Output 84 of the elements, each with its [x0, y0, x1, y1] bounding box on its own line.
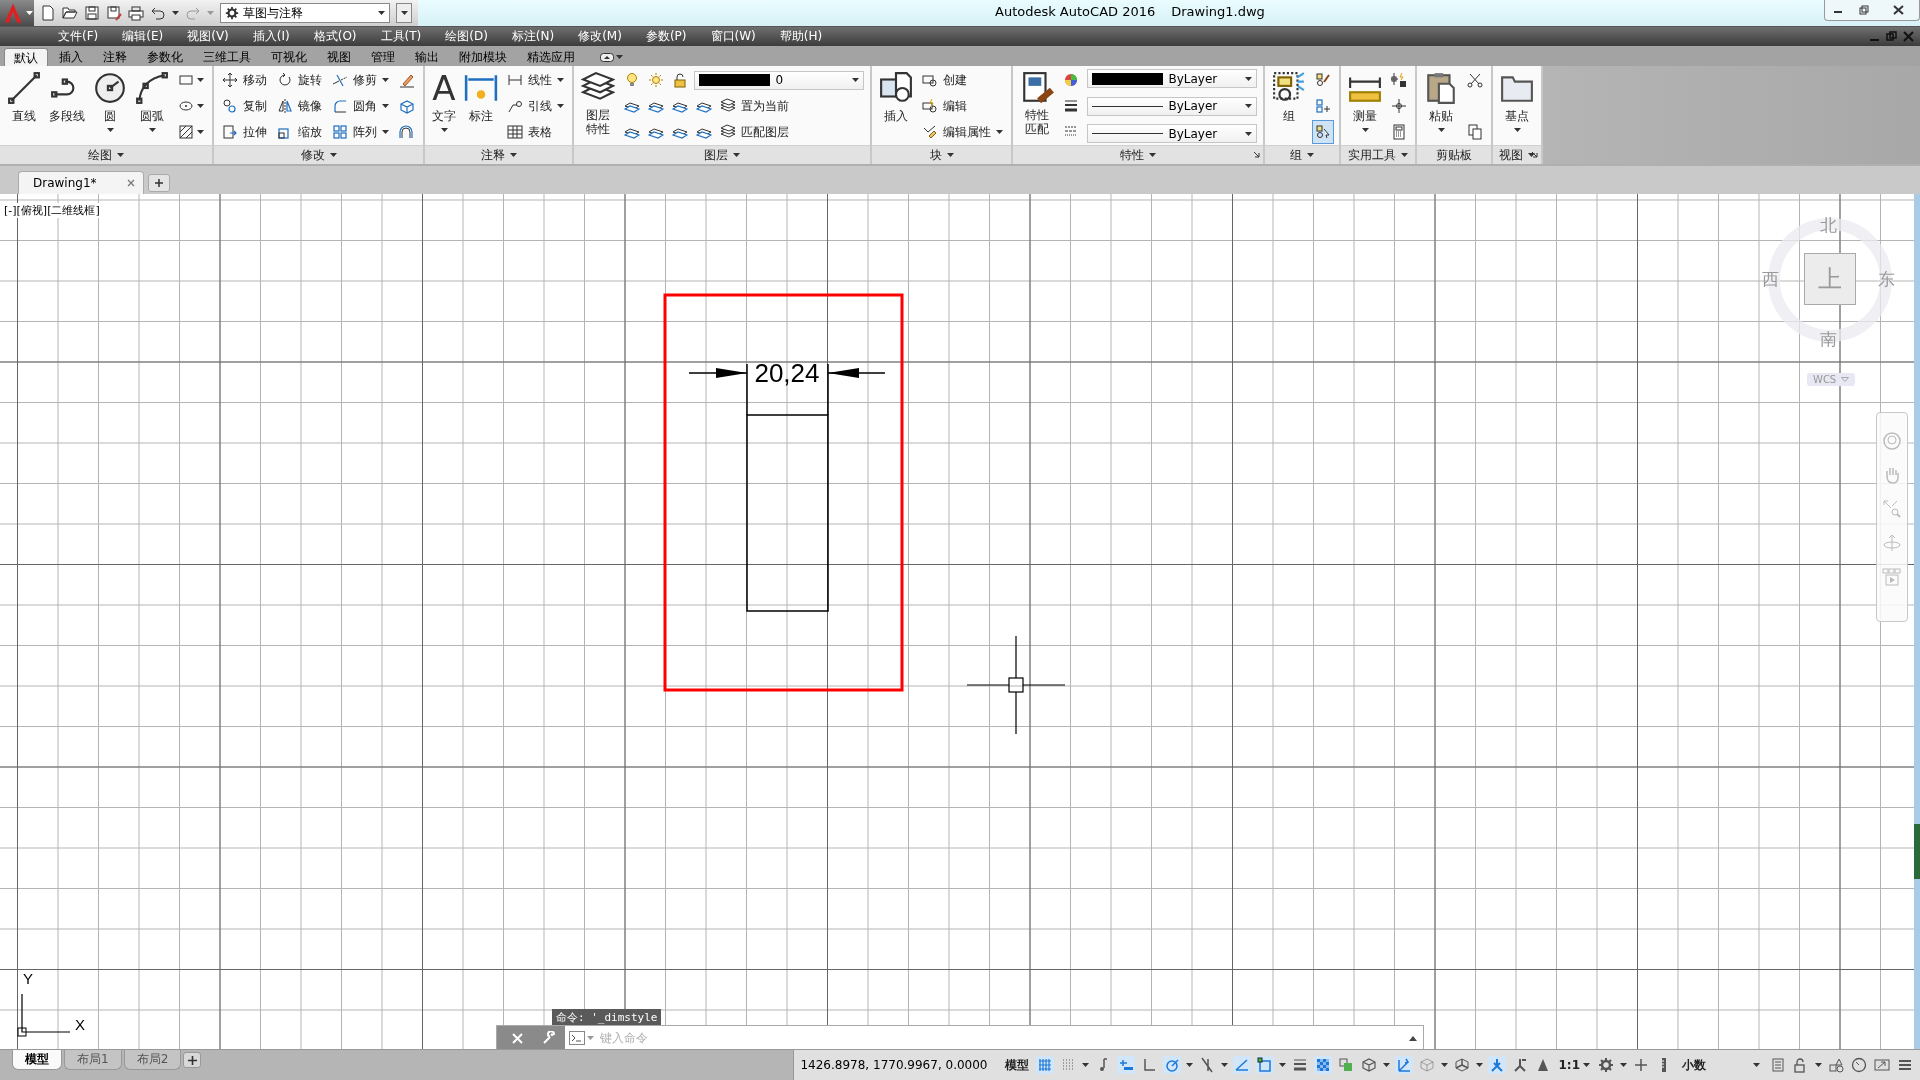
ribbon-tab[interactable]: 视图 — [318, 48, 360, 66]
ribbon-tab[interactable]: 输出 — [406, 48, 448, 66]
ribbon-tool-button[interactable]: 创建 — [920, 69, 1005, 91]
menu-item[interactable]: 编辑(E) — [110, 28, 176, 45]
ribbon-tab[interactable]: 附加模块 — [450, 48, 516, 66]
ribbon-tool-button[interactable]: 特性匹配 — [1019, 69, 1055, 143]
ribbon-tool-button[interactable]: 引线 — [505, 95, 566, 117]
ribbon-tool-button[interactable]: 复制 — [220, 95, 269, 117]
ribbon-tool-button[interactable]: 匹配图层 — [718, 121, 791, 143]
status-bar-button[interactable]: 1:1 — [1556, 1058, 1592, 1072]
dropdown-field[interactable]: ByLayer — [1087, 96, 1257, 116]
ribbon-tool-button[interactable]: 表格 — [505, 121, 566, 143]
menu-item[interactable]: 帮助(H) — [767, 28, 835, 45]
panel-title-bar[interactable]: 绘图 — [0, 145, 212, 164]
ribbon-tool-button[interactable]: 标注 — [463, 69, 499, 143]
layout-tab[interactable]: 布局1 — [64, 1050, 122, 1070]
ribbon-tool-button[interactable]: 线性 — [505, 69, 566, 91]
ribbon-tool-button[interactable]: 插入 — [878, 69, 914, 143]
menu-item[interactable]: 插入(I) — [240, 28, 302, 45]
ribbon-tool-button[interactable]: 拉伸 — [220, 121, 269, 143]
ribbon-tool-button[interactable]: 编辑 — [920, 95, 1005, 117]
dropdown-field[interactable]: 0 — [694, 70, 864, 90]
ribbon-tool-button[interactable]: 圆弧 — [134, 69, 170, 143]
ribbon-tool-button[interactable]: 测量 — [1347, 69, 1383, 143]
command-input-field[interactable]: 键入命令 — [598, 1026, 1403, 1049]
ribbon-tab[interactable]: 注释 — [94, 48, 136, 66]
dropdown-field[interactable]: ByLayer — [1087, 69, 1257, 88]
ribbon-tool-button[interactable]: A 文字 — [431, 69, 457, 143]
layout-tab[interactable]: 布局2 — [123, 1050, 182, 1070]
coordinates-readout: 1426.8978, 1770.9967, 0.0000 — [800, 1058, 989, 1072]
panel-title-bar[interactable]: 视图 — [1493, 145, 1541, 164]
ribbon-tab[interactable]: 可视化 — [262, 48, 316, 66]
window-title: Autodesk AutoCAD 2016 — [995, 4, 1156, 19]
menu-item[interactable]: 格式(O) — [301, 28, 369, 45]
ribbon-tab[interactable]: 默认 — [4, 48, 48, 66]
ribbon-tool-button[interactable]: 缩放 — [275, 121, 324, 143]
ribbon-tab[interactable]: 精选应用 — [518, 48, 584, 66]
status-bar-button[interactable]: 模型 — [1002, 1056, 1031, 1074]
ribbon-tool-button[interactable]: 镜像 — [275, 95, 324, 117]
menu-item[interactable]: 视图(V) — [175, 28, 241, 45]
workspace-dropdown[interactable]: 草图与注释 — [220, 3, 390, 23]
ribbon-tool-button[interactable]: 基点 — [1499, 69, 1535, 143]
text-tool-glyph: A — [432, 71, 456, 105]
document-tab[interactable]: Drawing1* — [18, 171, 144, 194]
ribbon-tool-button[interactable]: 移动 — [220, 69, 269, 91]
document-title: Drawing1.dwg — [1171, 4, 1265, 19]
ribbon-tab[interactable]: 参数化 — [138, 48, 192, 66]
menu-item[interactable]: 标注(N) — [499, 28, 567, 45]
panel-title-bar[interactable]: 修改 — [214, 145, 423, 164]
menu-item[interactable]: 窗口(W) — [698, 28, 768, 45]
ribbon-tool-button[interactable]: 旋转 — [275, 69, 324, 91]
ribbon-tool-button[interactable]: 圆角 — [330, 95, 391, 117]
dropdown-field[interactable]: ByLayer — [1087, 124, 1257, 143]
layout-tab[interactable]: 模型 — [12, 1050, 62, 1070]
x-axis-label: X — [75, 1016, 85, 1033]
units-dropdown[interactable]: 小数 — [1678, 1056, 1764, 1074]
panel-title-bar[interactable]: 剪贴板 — [1417, 145, 1491, 164]
menu-item[interactable]: 修改(M) — [566, 28, 634, 45]
panel-title-bar[interactable]: 实用工具 — [1341, 145, 1415, 164]
viewport-controls-label[interactable]: [-][俯视][二维线框] — [4, 203, 100, 218]
menu-item[interactable]: 工具(T) — [368, 28, 434, 45]
panel-title-bar[interactable]: 块 — [872, 145, 1011, 164]
ribbon-tool-button[interactable]: 组 — [1271, 69, 1307, 143]
ribbon-tool-button[interactable]: 多段线 — [48, 69, 86, 143]
ribbon-tab[interactable]: 插入 — [50, 48, 92, 66]
menu-item[interactable]: 文件(F) — [46, 28, 111, 45]
ribbon-tool-button[interactable]: 粘贴 — [1423, 69, 1459, 143]
panel-title-bar[interactable]: 组 — [1265, 145, 1339, 164]
ribbon-tool-button[interactable]: 修剪 — [330, 69, 391, 91]
y-axis-label: Y — [23, 970, 33, 987]
menu-item[interactable]: 绘图(D) — [433, 28, 500, 45]
panel-title-bar[interactable]: 注释 — [425, 145, 572, 164]
ribbon-tab[interactable]: 三维工具 — [194, 48, 260, 66]
ribbon-tool-button[interactable]: 编辑属性 — [920, 121, 1005, 143]
panel-title-bar[interactable]: 特性 — [1013, 145, 1263, 164]
ribbon-tool-button[interactable]: 圆 — [92, 69, 128, 143]
ribbon-tab[interactable]: 管理 — [362, 48, 404, 66]
ribbon-tool-button[interactable]: 阵列 — [330, 121, 391, 143]
ribbon-tool-button[interactable]: 图层特性 — [580, 69, 616, 143]
panel-title-bar[interactable]: 图层 — [574, 145, 870, 164]
ribbon-tool-button[interactable]: 直线 — [6, 69, 42, 143]
dimension-text: 20,24 — [754, 358, 820, 388]
menu-item[interactable]: 参数(P) — [633, 28, 699, 45]
ribbon-tool-button[interactable]: 置为当前 — [718, 95, 791, 117]
